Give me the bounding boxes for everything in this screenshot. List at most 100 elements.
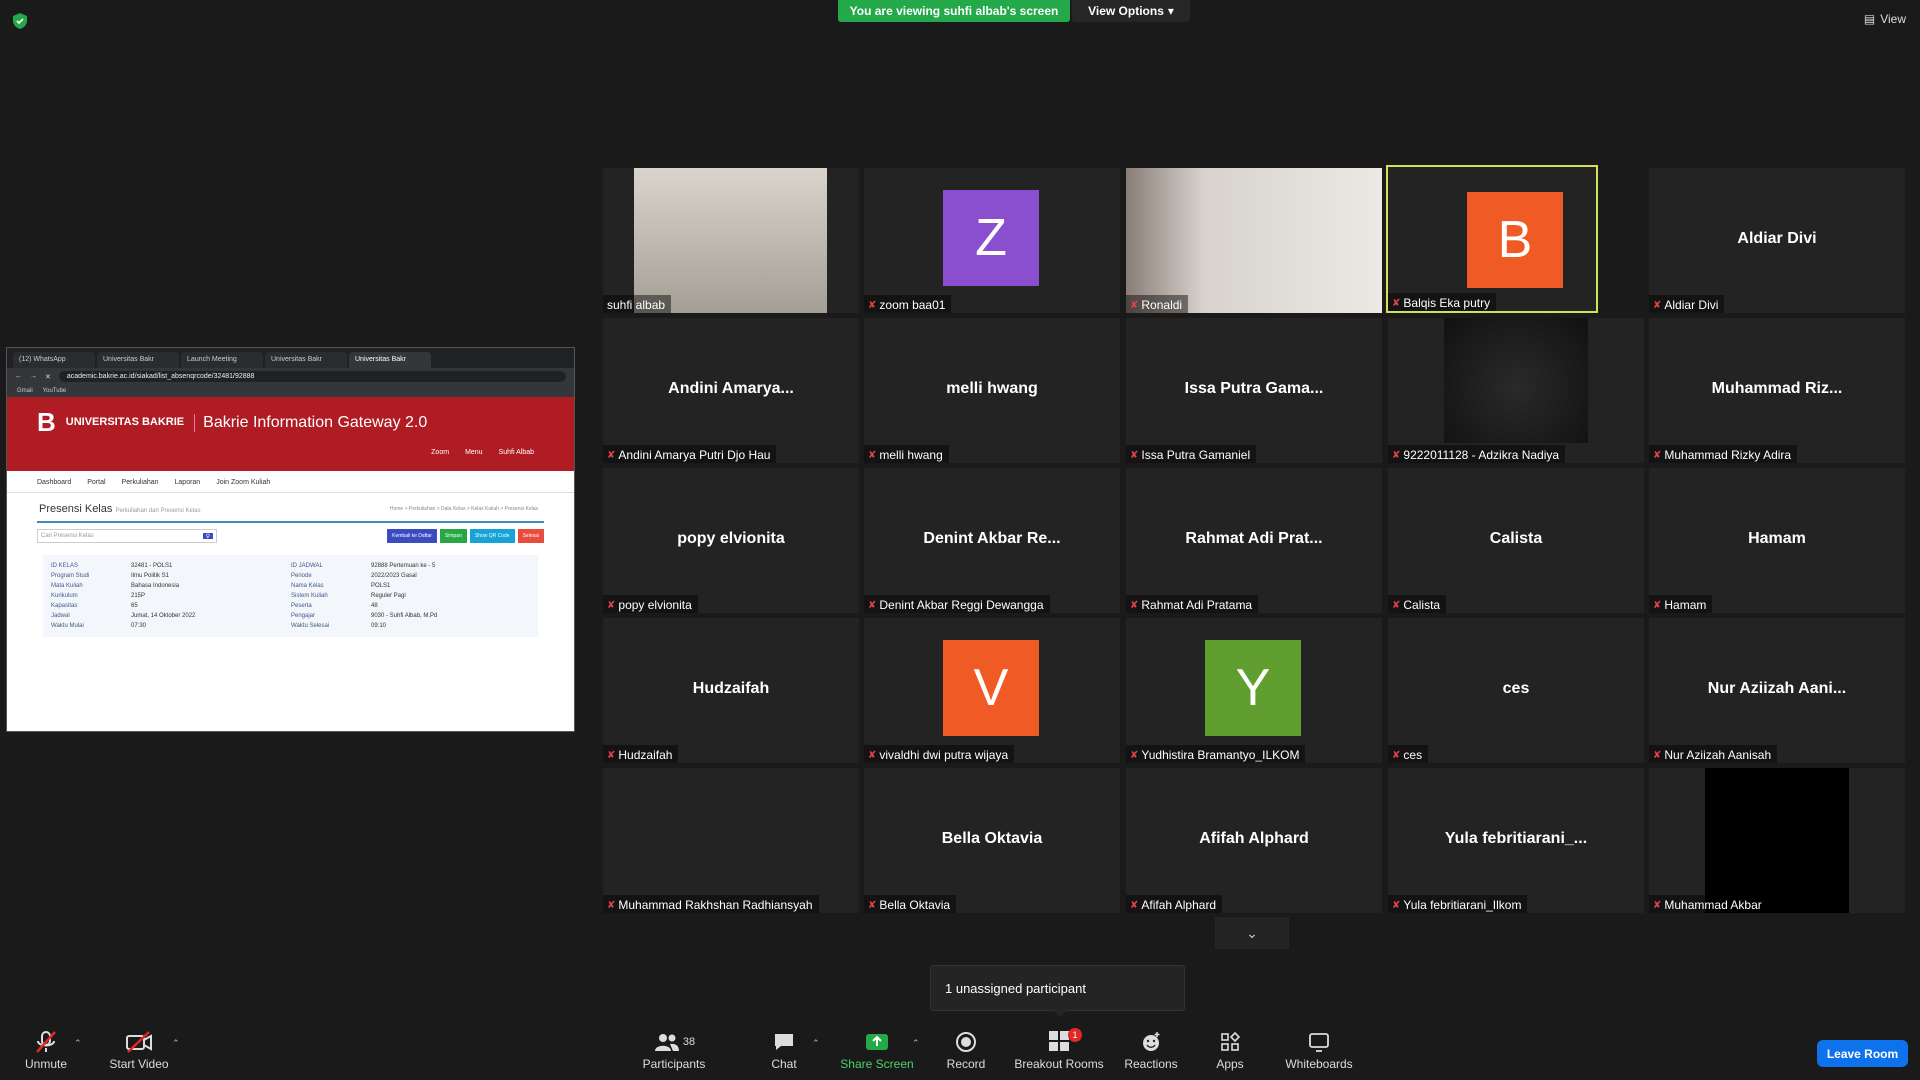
menu-link[interactable]: Menu — [465, 449, 483, 456]
participant-tile[interactable]: Hamam ✘ Hamam — [1649, 468, 1905, 613]
participant-tile[interactable]: ✘ Muhammad Rakhshan Radhiansyah — [603, 768, 859, 913]
participant-tile[interactable]: Aldiar Divi ✘ Aldiar Divi — [1649, 168, 1905, 313]
start-video-button[interactable]: Start Video — [106, 1027, 172, 1071]
info-key: Kurikulum — [51, 593, 78, 599]
unmute-button[interactable]: Unmute — [18, 1027, 74, 1071]
participant-tile[interactable]: ✘ Muhammad Akbar — [1649, 768, 1905, 913]
shared-screen[interactable]: (12) WhatsApp Universitas Bakr Launch Me… — [6, 347, 575, 732]
zoom-link[interactable]: Zoom — [431, 449, 449, 456]
participant-name: Denint Akbar Reggi Dewangga — [879, 598, 1044, 612]
participant-tile[interactable]: Andini Amarya... ✘ Andini Amarya Putri Djo… — [603, 318, 859, 463]
info-key: Periode — [291, 573, 312, 579]
participant-tile[interactable]: Afifah Alphard ✘ Afifah Alphard — [1126, 768, 1382, 913]
browser-tab[interactable]: (12) WhatsApp — [13, 352, 95, 368]
back-icon[interactable]: ← — [15, 373, 22, 380]
participant-tile[interactable]: Denint Akbar Re... ✘ Denint Akbar Reggi De… — [864, 468, 1120, 613]
whiteboards-button[interactable]: Whiteboards — [1284, 1027, 1354, 1071]
search-input[interactable]: Cari Presensi Kelas ⚲ — [37, 529, 217, 543]
browser-tab[interactable]: Universitas Bakr — [97, 352, 179, 368]
breakout-rooms-icon-wrap: 1 — [1012, 1027, 1106, 1057]
search-icon[interactable]: ⚲ — [202, 533, 213, 540]
audio-options-caret[interactable]: ⌃ — [74, 1038, 82, 1049]
participants-button[interactable]: 38 Participants — [640, 1027, 708, 1071]
browser-address-bar: ← → ✕ academic.bakrie.ac.id/siakad/list_… — [7, 368, 574, 385]
participant-tile[interactable]: popy elvionita ✘ popy elvionita — [603, 468, 859, 613]
participant-display-name: Denint Akbar Re... — [923, 530, 1061, 547]
participant-tile[interactable]: Y ✘ Yudhistira Bramantyo_ILKOM — [1126, 618, 1382, 763]
grid-view-icon: ▤ — [1863, 12, 1876, 26]
info-value: Ilmu Politik S1 — [131, 573, 170, 579]
participant-name-label: ✘ Nur Aziizah Aanisah — [1649, 745, 1778, 763]
chat-options-caret[interactable]: ⌃ — [812, 1038, 820, 1049]
browser-tab[interactable]: Launch Meeting — [181, 352, 263, 368]
leave-room-button[interactable]: Leave Room — [1817, 1040, 1908, 1067]
stop-icon[interactable]: ✕ — [45, 373, 51, 381]
page-toolbar: Cari Presensi Kelas ⚲ Kembali ke Daftar … — [37, 521, 544, 549]
browser-tab[interactable]: Universitas Bakr — [265, 352, 347, 368]
participant-tile[interactable]: B ✘ Balqis Eka putry — [1386, 165, 1598, 313]
participant-tile[interactable]: Rahmat Adi Prat... ✘ Rahmat Adi Pratama — [1126, 468, 1382, 613]
whiteboards-label: Whiteboards — [1285, 1057, 1353, 1071]
reactions-button[interactable]: Reactions — [1124, 1027, 1178, 1071]
chat-button[interactable]: Chat — [764, 1027, 804, 1071]
share-options-caret[interactable]: ⌃ — [912, 1038, 920, 1049]
site-nav: Dashboard Portal Perkuliahan Laporan Joi… — [7, 471, 574, 493]
participant-name: Yudhistira Bramantyo_ILKOM — [1141, 748, 1300, 762]
participant-tile[interactable]: Nur Aziizah Aani... ✘ Nur Aziizah Aanisah — [1649, 618, 1905, 763]
participant-avatar: B — [1467, 192, 1563, 288]
info-value: Bahasa Indonesia — [131, 583, 180, 589]
forward-icon[interactable]: → — [30, 373, 37, 380]
participant-name: Yula febritiarani_Ilkom — [1403, 898, 1522, 912]
start-video-label: Start Video — [109, 1057, 169, 1071]
share-screen-button[interactable]: Share Screen — [840, 1027, 914, 1071]
logo-b-icon: B — [37, 407, 56, 437]
participant-tile[interactable]: V ✘ vivaldhi dwi putra wijaya — [864, 618, 1120, 763]
finish-button[interactable]: Selesai — [517, 529, 544, 543]
nav-portal[interactable]: Portal — [87, 479, 105, 486]
participant-tile[interactable]: suhfi albab — [603, 168, 859, 313]
participant-name: Nur Aziizah Aanisah — [1664, 748, 1772, 762]
show-qr-code-button[interactable]: Show QR Code — [469, 529, 515, 543]
view-button[interactable]: ▤ View — [1864, 12, 1906, 26]
participant-name-label: ✘ Calista — [1388, 595, 1447, 613]
back-to-list-button[interactable]: Kembali ke Daftar — [387, 529, 437, 543]
record-button[interactable]: Record — [944, 1027, 988, 1071]
muted-microphone-icon: ✘ — [1130, 449, 1139, 461]
save-button[interactable]: Simpan — [439, 529, 467, 543]
apps-button[interactable]: Apps — [1210, 1027, 1250, 1071]
participant-tile[interactable]: Issa Putra Gama... ✘ Issa Putra Gamaniel — [1126, 318, 1382, 463]
info-key: Waktu Mulai — [51, 623, 84, 629]
info-value: 65 — [131, 603, 138, 609]
participant-tile[interactable]: ✘ Ronaldi — [1126, 168, 1382, 313]
nav-laporan[interactable]: Laporan — [175, 479, 201, 486]
participant-tile[interactable]: ✘ 9222011128 - Adzikra Nadiya — [1388, 318, 1644, 463]
participant-tile[interactable]: Yula febritiarani_... ✘ Yula febritiarani_… — [1388, 768, 1644, 913]
participant-name-label: ✘ Muhammad Rakhshan Radhiansyah — [603, 895, 819, 913]
info-value: Reguler Pagi — [371, 593, 406, 599]
participant-tile[interactable]: Muhammad Riz... ✘ Muhammad Rizky Adira — [1649, 318, 1905, 463]
participant-tile[interactable]: Calista ✘ Calista — [1388, 468, 1644, 613]
user-menu[interactable]: Suhfi Albab — [499, 449, 534, 456]
muted-microphone-icon: ✘ — [607, 899, 616, 911]
video-options-caret[interactable]: ⌃ — [172, 1038, 180, 1049]
show-more-button[interactable]: ⌄ — [1215, 917, 1289, 949]
participant-tile[interactable]: ces ✘ ces — [1388, 618, 1644, 763]
participant-tile[interactable]: melli hwang ✘ melli hwang — [864, 318, 1120, 463]
breakout-rooms-button[interactable]: 1 Breakout Rooms — [1012, 1027, 1106, 1071]
bookmark-gmail[interactable]: Gmail — [17, 388, 33, 394]
url-field[interactable]: academic.bakrie.ac.id/siakad/list_absenq… — [58, 371, 566, 382]
nav-perkuliahan[interactable]: Perkuliahan — [122, 479, 159, 486]
participant-display-name: Muhammad Riz... — [1711, 380, 1843, 397]
nav-dashboard[interactable]: Dashboard — [37, 479, 71, 486]
nav-join-zoom[interactable]: Join Zoom Kuliah — [216, 479, 270, 486]
muted-microphone-icon: ✘ — [868, 599, 877, 611]
participant-tile[interactable]: Bella Oktavia ✘ Bella Oktavia — [864, 768, 1120, 913]
participant-tile[interactable]: Z ✘ zoom baa01 — [864, 168, 1120, 313]
participant-tile[interactable]: Hudzaifah ✘ Hudzaifah — [603, 618, 859, 763]
view-options-button[interactable]: View Options ▾ — [1072, 0, 1190, 22]
security-shield-icon[interactable] — [12, 12, 28, 30]
site-header: B UNIVERSITAS BAKRIE Bakrie Information … — [7, 397, 574, 471]
browser-tab-active[interactable]: Universitas Bakr — [349, 352, 431, 368]
bookmark-youtube[interactable]: YouTube — [43, 388, 67, 394]
chevron-down-icon: ▾ — [1167, 4, 1174, 18]
